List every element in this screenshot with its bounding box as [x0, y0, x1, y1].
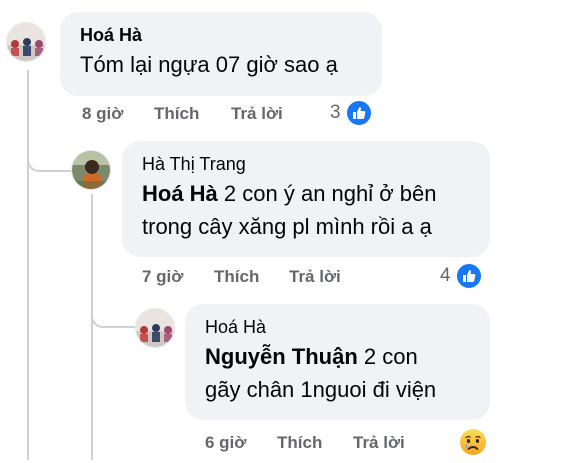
timestamp[interactable]: 8 giờ: [82, 102, 123, 126]
reaction-count: 3: [330, 102, 341, 123]
comment-author[interactable]: Hoá Hà: [80, 24, 368, 46]
comment-author[interactable]: Hà Thị Trang: [142, 153, 476, 175]
sad-emoji-icon: [458, 427, 488, 463]
mention-link[interactable]: Nguyễn Thuận: [205, 344, 358, 369]
avatar-photo-icon: [72, 151, 110, 189]
reaction-summary[interactable]: 3: [330, 99, 373, 127]
comment-author[interactable]: Hoá Hà: [205, 316, 476, 338]
avatar-photo-icon: [136, 309, 174, 347]
timestamp[interactable]: 6 giờ: [205, 431, 246, 455]
avatar[interactable]: [135, 308, 175, 348]
reply-connector: [27, 132, 71, 172]
comment-actions: 6 giờ Thích Trả lời: [205, 431, 445, 455]
reaction-summary[interactable]: 4: [440, 262, 483, 290]
reply-button[interactable]: Trả lời: [289, 265, 341, 289]
timestamp[interactable]: 7 giờ: [142, 265, 183, 289]
comment-actions: 7 giờ Thích Trả lời: [142, 265, 442, 289]
avatar[interactable]: [6, 22, 46, 62]
comment-text: Nguyễn Thuận 2 con gãy chân 1nguoi đi việ…: [205, 344, 437, 402]
like-icon: [454, 262, 483, 290]
comment-bubble: Hoá Hà Nguyễn Thuận 2 con gãy chân 1nguoi…: [185, 304, 490, 420]
comment-bubble: Hà Thị Trang Hoá Hà 2 con ý an nghỉ ở bê…: [122, 141, 490, 257]
reply-button[interactable]: Trả lời: [231, 102, 283, 126]
reaction-summary[interactable]: [458, 427, 488, 463]
thread-line: [27, 70, 29, 460]
like-button[interactable]: Thích: [154, 102, 199, 126]
reaction-count: 4: [440, 265, 451, 286]
like-icon: [344, 99, 373, 127]
reply-connector: [91, 296, 135, 328]
reply-button[interactable]: Trả lời: [353, 431, 405, 455]
avatar[interactable]: [71, 150, 111, 190]
comment-text: Tóm lại ngựa 07 giờ sao ạ: [80, 52, 338, 77]
thread-line: [91, 194, 93, 460]
comment-bubble: Hoá Hà Tóm lại ngựa 07 giờ sao ạ: [60, 12, 382, 96]
comment-text: Hoá Hà 2 con ý an nghỉ ở bên trong cây xă…: [142, 181, 437, 239]
avatar-photo-icon: [7, 23, 45, 61]
like-button[interactable]: Thích: [277, 431, 322, 455]
mention-link[interactable]: Hoá Hà: [142, 181, 218, 206]
like-button[interactable]: Thích: [214, 265, 259, 289]
